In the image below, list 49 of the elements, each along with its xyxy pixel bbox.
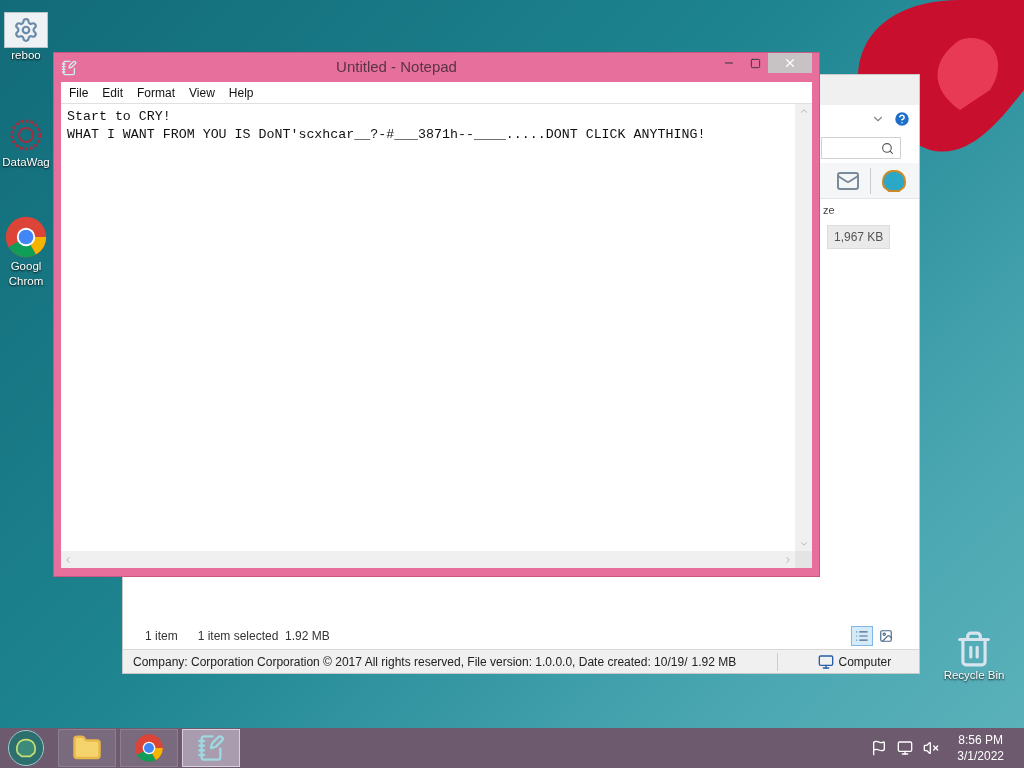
window-title: Untitled - Notepad	[335, 57, 458, 78]
file-size: 1.92 MB	[690, 653, 738, 671]
menu-item[interactable]: Edit	[96, 83, 130, 102]
icon-label[interactable]: Chrom	[8, 274, 44, 289]
notepad-icon	[61, 59, 77, 76]
location-label: Computer	[838, 653, 892, 671]
chrome-icon	[134, 733, 164, 763]
scroll-up-icon[interactable]	[798, 106, 809, 116]
taskbar-button[interactable]	[120, 729, 178, 767]
computer-icon	[818, 653, 835, 670]
scroll-right-icon[interactable]	[783, 554, 793, 565]
scrollbar-corner	[795, 551, 812, 568]
menu-item[interactable]: View	[183, 83, 221, 102]
horizontal-scrollbar[interactable]	[61, 551, 795, 568]
help-icon[interactable]	[893, 110, 911, 128]
selection-info: 1 item selected 1.92 MB	[197, 628, 330, 645]
taskbar-button[interactable]	[58, 729, 116, 767]
details-view-button[interactable]	[851, 626, 873, 646]
file-details: Company: Corporation Corporation © 2017 All rights reserved, File version: 1.0.0.0, Date created: 10/19/	[132, 653, 688, 671]
scroll-down-icon[interactable]	[798, 539, 809, 549]
flag-icon[interactable]	[871, 740, 888, 756]
search-icon	[881, 141, 894, 155]
column-header[interactable]: ze	[823, 201, 835, 219]
clock-date[interactable]: 3/1/2022	[957, 748, 1004, 764]
icon-label[interactable]: DataWag	[2, 155, 50, 170]
icon-label[interactable]: Googl	[10, 259, 42, 274]
scroll-left-icon[interactable]	[63, 554, 73, 565]
menu-item[interactable]: Format	[131, 83, 182, 102]
menu-item[interactable]: Help	[222, 83, 260, 102]
search-field[interactable]	[821, 137, 901, 159]
network-icon[interactable]	[897, 740, 914, 756]
menu-item[interactable]: File	[63, 83, 95, 102]
chrome-icon	[4, 215, 48, 259]
icon-label[interactable]: reboo	[11, 48, 41, 63]
notepad-icon	[197, 734, 225, 762]
trash-icon	[955, 630, 993, 668]
start-orb-icon	[15, 738, 37, 758]
clock-time[interactable]: 8:56 PM	[958, 732, 1003, 748]
gears-icon	[4, 12, 48, 48]
close-icon	[783, 56, 797, 70]
item-count: 1 item	[145, 628, 178, 645]
start-button[interactable]	[8, 730, 44, 766]
shell-icon[interactable]	[881, 168, 907, 193]
speaker-muted-icon[interactable]	[923, 740, 940, 756]
picture-icon	[879, 629, 893, 643]
maximize-icon	[749, 57, 761, 69]
vertical-scrollbar[interactable]	[795, 104, 812, 551]
list-icon	[855, 629, 869, 643]
table-cell: 1,967 KB	[827, 225, 891, 249]
